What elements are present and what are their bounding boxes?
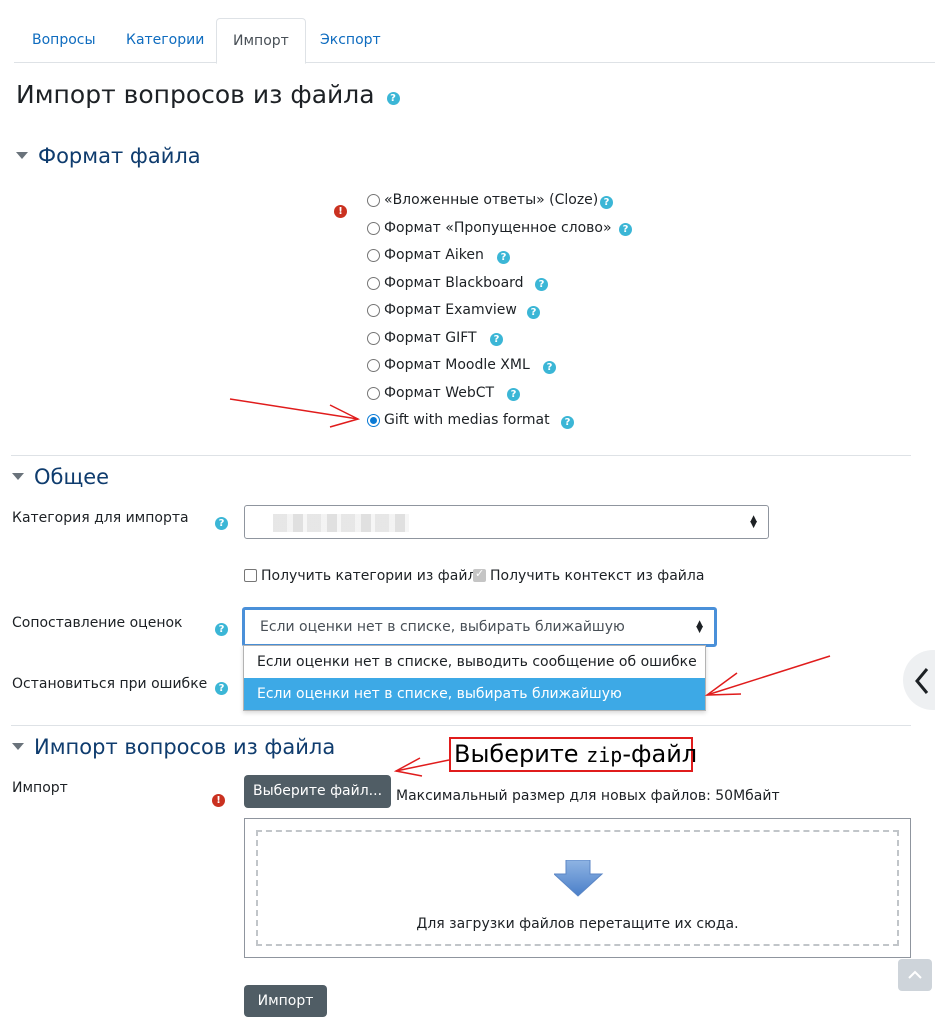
chevron-up-icon [908, 970, 922, 979]
annotation-arrow-line [706, 655, 831, 696]
annotation-arrow-line [395, 759, 450, 772]
annotation-arrow-head [704, 672, 742, 696]
chevron-left-icon [915, 668, 929, 694]
back-to-top-button[interactable] [898, 959, 932, 991]
annotation-arrows [229, 398, 831, 777]
